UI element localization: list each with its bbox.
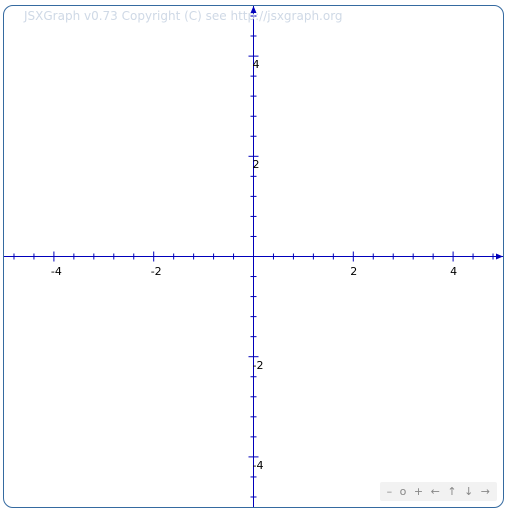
x-tick-label: -4: [50, 264, 62, 278]
jsxgraph-board[interactable]: -4 -2 2 4 4 2 -2 -4 JSXGraph v0.73 Copyright (C…: [3, 5, 504, 508]
x-tick-label: 2: [350, 264, 358, 278]
pan-left-button[interactable]: ←: [429, 485, 442, 498]
y-tick-label: 4: [252, 58, 260, 72]
y-tick-label: 2: [252, 158, 260, 172]
pan-up-button[interactable]: ↑: [445, 485, 458, 498]
navigation-bar: – o + ← ↑ ↓ →: [379, 482, 497, 501]
x-tick-label: -2: [150, 264, 162, 278]
x-tick-label: 4: [450, 264, 458, 278]
y-tick-label: -4: [252, 458, 264, 472]
axes-svg: [4, 6, 503, 507]
y-tick-label: -2: [252, 358, 264, 372]
zoom-in-button[interactable]: +: [412, 485, 425, 498]
y-axis-arrow: [250, 6, 257, 13]
pan-right-button[interactable]: →: [479, 485, 492, 498]
zoom-out-button[interactable]: –: [385, 485, 395, 498]
zoom-reset-button[interactable]: o: [398, 485, 409, 498]
pan-down-button[interactable]: ↓: [462, 485, 475, 498]
x-axis-arrow: [496, 253, 503, 260]
